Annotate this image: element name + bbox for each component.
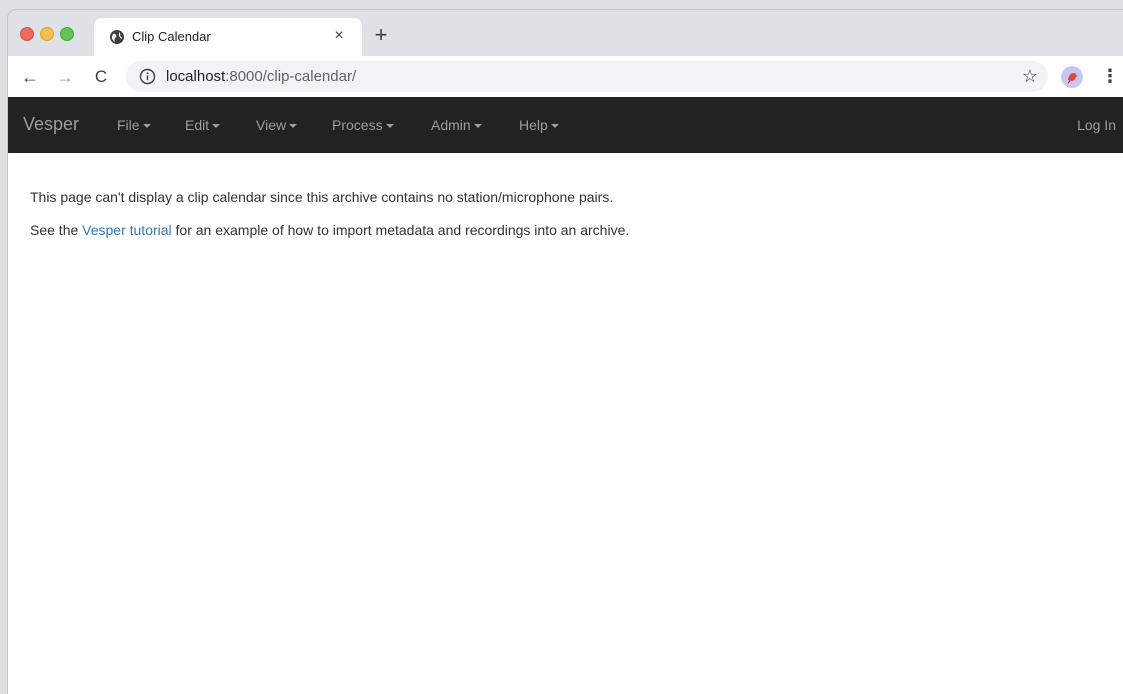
login-link[interactable]: Log In: [1077, 117, 1116, 133]
menu-admin[interactable]: Admin: [431, 117, 482, 133]
tab-clip-calendar[interactable]: Clip Calendar ×: [94, 18, 362, 56]
new-tab-button[interactable]: +: [370, 24, 392, 46]
menu-view-label: View: [256, 117, 287, 133]
caret-down-icon: [385, 124, 394, 129]
back-icon[interactable]: ←: [19, 66, 41, 88]
url-path: :8000/clip-calendar/: [225, 68, 357, 85]
menu-edit-label: Edit: [185, 117, 210, 133]
menu-view[interactable]: View: [256, 117, 298, 133]
tab-title: Clip Calendar: [132, 29, 211, 44]
menu-edit[interactable]: Edit: [185, 117, 221, 133]
tutorial-prefix: See the: [30, 222, 83, 238]
close-window-button[interactable]: [20, 27, 34, 41]
url-host: localhost: [166, 68, 226, 85]
profile-avatar[interactable]: [1061, 66, 1083, 88]
minimize-window-button[interactable]: [40, 27, 54, 41]
caret-down-icon: [212, 124, 221, 129]
menu-file-label: File: [117, 117, 140, 133]
caret-down-icon: [550, 124, 559, 129]
menu-help-label: Help: [519, 117, 548, 133]
tutorial-suffix: for an example of how to import metadata…: [171, 222, 630, 238]
bookmark-star-icon[interactable]: ☆: [1022, 66, 1038, 86]
no-pairs-message: This page can't display a clip calendar …: [30, 189, 614, 205]
menu-admin-label: Admin: [431, 117, 471, 133]
caret-down-icon: [473, 124, 482, 129]
tutorial-message: See the Vesper tutorial for an example o…: [30, 220, 629, 240]
browser-window: Clip Calendar × + ← → C localhost:8000/c…: [8, 10, 1123, 694]
menu-process-label: Process: [332, 117, 383, 133]
maximize-window-button[interactable]: [60, 27, 74, 41]
close-tab-icon[interactable]: ×: [330, 27, 348, 45]
caret-down-icon: [142, 124, 151, 129]
menu-file[interactable]: File: [117, 117, 151, 133]
bird-icon: [1067, 73, 1078, 84]
vesper-navbar: Vesper File Edit View Process Admin Help…: [8, 97, 1123, 153]
address-bar[interactable]: localhost:8000/clip-calendar/ ☆: [126, 61, 1048, 92]
menu-process[interactable]: Process: [332, 117, 394, 133]
browser-toolbar: ← → C localhost:8000/clip-calendar/ ☆ ⋮: [8, 56, 1123, 98]
tab-strip: Clip Calendar × +: [8, 10, 1123, 56]
caret-down-icon: [289, 124, 298, 129]
forward-icon[interactable]: →: [54, 66, 76, 88]
info-icon[interactable]: [139, 68, 156, 85]
url-text: localhost:8000/clip-calendar/: [166, 68, 356, 85]
message-area: This page can't display a clip calendar …: [30, 187, 629, 253]
reload-icon[interactable]: C: [90, 66, 112, 88]
page-content: Vesper File Edit View Process Admin Help…: [8, 97, 1123, 694]
brand-link[interactable]: Vesper: [23, 114, 79, 135]
vesper-tutorial-link[interactable]: Vesper tutorial: [82, 222, 172, 238]
browser-menu-icon[interactable]: ⋮: [1101, 65, 1119, 87]
menu-help[interactable]: Help: [519, 117, 559, 133]
globe-icon: [110, 30, 124, 44]
